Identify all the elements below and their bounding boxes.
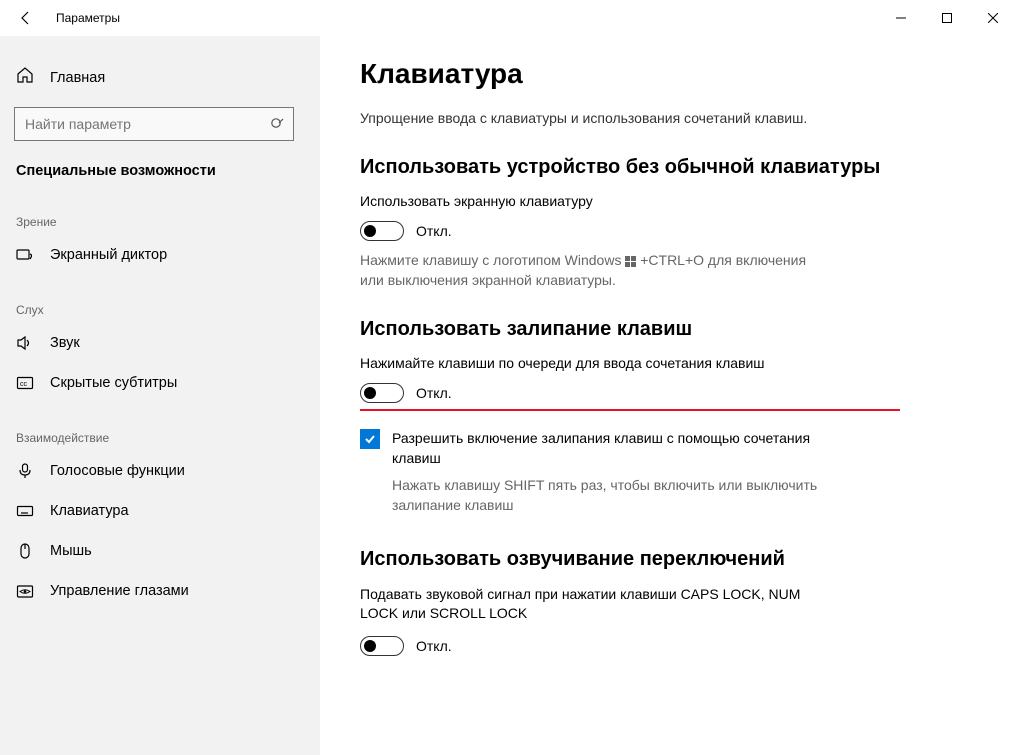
sidebar-item-label: Голосовые функции [50, 463, 185, 479]
home-label: Главная [50, 70, 105, 86]
search-icon [261, 117, 293, 132]
sidebar-item-label: Мышь [50, 543, 92, 559]
onscreen-keyboard-toggle-state: Откл. [416, 223, 452, 239]
sidebar-item-narrator[interactable]: Экранный диктор [0, 235, 320, 275]
togglekeys-desc: Подавать звуковой сигнал при нажатии кла… [360, 585, 820, 624]
home-icon [16, 66, 34, 89]
sticky-shortcut-checkbox[interactable] [360, 429, 380, 449]
sidebar-item-eye-control[interactable]: Управление глазами [0, 571, 320, 611]
maximize-button[interactable] [924, 2, 970, 34]
sidebar-item-label: Звук [50, 335, 80, 351]
sticky-shortcut-label: Разрешить включение залипания клавиш с п… [392, 429, 840, 468]
minimize-button[interactable] [878, 2, 924, 34]
captions-icon: cc [16, 374, 34, 392]
section-togglekeys-title: Использовать озвучивание переключений [360, 548, 976, 571]
onscreen-keyboard-toggle[interactable] [360, 221, 404, 241]
sidebar-item-label: Скрытые субтитры [50, 375, 177, 391]
keyboard-icon [16, 502, 34, 520]
group-label-hearing: Слух [0, 275, 320, 323]
window-title: Параметры [56, 11, 120, 25]
sticky-shortcut-hint: Нажать клавишу SHIFT пять раз, чтобы вкл… [392, 476, 832, 515]
sticky-keys-label: Нажимайте клавиши по очереди для ввода с… [360, 355, 976, 371]
sidebar-item-label: Экранный диктор [50, 247, 167, 263]
windows-logo-icon [625, 256, 636, 267]
close-button[interactable] [970, 2, 1016, 34]
sidebar-item-keyboard[interactable]: Клавиатура [0, 491, 320, 531]
section-sticky-title: Использовать залипание клавиш [360, 318, 976, 341]
sidebar: Главная Специальные возможности Зрение Э… [0, 36, 320, 755]
eye-control-icon [16, 582, 34, 600]
back-button[interactable] [16, 8, 36, 28]
sidebar-item-audio[interactable]: Звук [0, 323, 320, 363]
onscreen-keyboard-hint: Нажмите клавишу с логотипом Windows +CTR… [360, 251, 820, 290]
highlight-underline [360, 409, 900, 411]
page-title: Клавиатура [360, 58, 976, 90]
search-input[interactable] [15, 116, 261, 132]
sidebar-item-label: Клавиатура [50, 503, 129, 519]
page-description: Упрощение ввода с клавиатуры и использов… [360, 110, 976, 126]
microphone-icon [16, 462, 34, 480]
audio-icon [16, 334, 34, 352]
sidebar-item-captions[interactable]: cc Скрытые субтитры [0, 363, 320, 403]
mouse-icon [16, 542, 34, 560]
group-label-interaction: Взаимодействие [0, 403, 320, 451]
main-content: Клавиатура Упрощение ввода с клавиатуры … [320, 36, 1016, 755]
section-onscreen-title: Использовать устройство без обычной клав… [360, 156, 976, 179]
togglekeys-toggle-state: Откл. [416, 638, 452, 654]
titlebar: Параметры [0, 0, 1016, 36]
search-box[interactable] [14, 107, 294, 141]
narrator-icon [16, 246, 34, 264]
sticky-keys-toggle[interactable] [360, 383, 404, 403]
onscreen-keyboard-label: Использовать экранную клавиатуру [360, 193, 976, 209]
sticky-keys-toggle-state: Откл. [416, 385, 452, 401]
group-label-vision: Зрение [0, 187, 320, 235]
togglekeys-toggle[interactable] [360, 636, 404, 656]
category-title: Специальные возможности [0, 145, 320, 187]
svg-text:cc: cc [20, 381, 28, 388]
sidebar-item-speech[interactable]: Голосовые функции [0, 451, 320, 491]
sidebar-item-mouse[interactable]: Мышь [0, 531, 320, 571]
sidebar-item-label: Управление глазами [50, 583, 189, 599]
home-button[interactable]: Главная [0, 58, 320, 97]
